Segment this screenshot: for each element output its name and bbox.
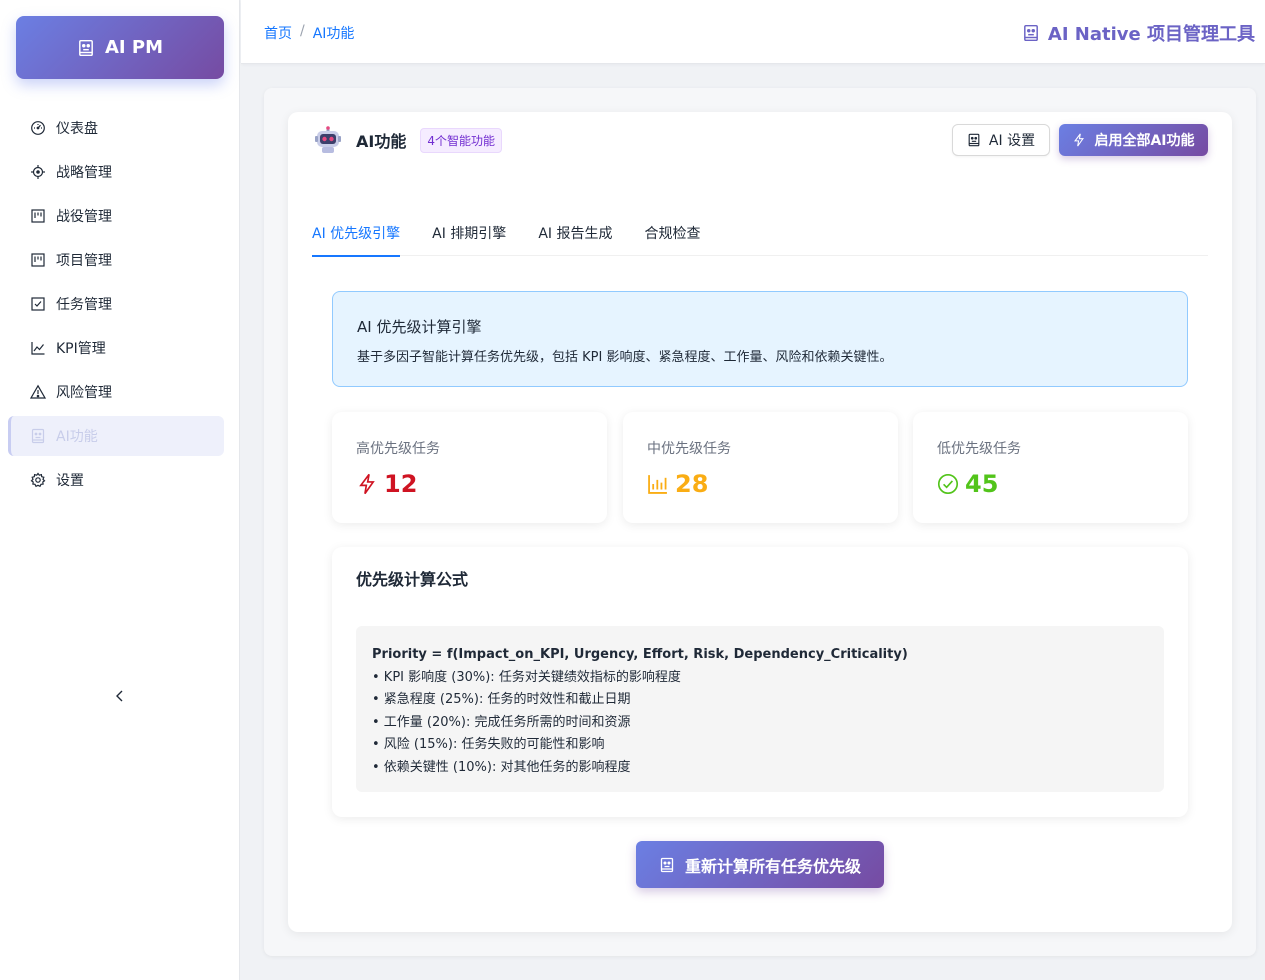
top-header: 首页 / AI功能 AI Native 项目管理工具 (241, 0, 1265, 64)
breadcrumb: 首页 / AI功能 (264, 23, 354, 43)
recalculate-label: 重新计算所有任务优先级 (684, 856, 861, 876)
card-title: AI功能 (356, 132, 407, 151)
stat-number: 12 (384, 470, 418, 498)
formula-line: • 紧急程度 (25%): 任务的时效性和截止日期 (372, 692, 631, 707)
ai-features-card: AI功能 4个智能功能 AI 设置 启用全部AI功能 AI 优先级引擎 AI 排… (288, 112, 1232, 932)
sidebar-item-dashboard[interactable]: 仪表盘 (8, 108, 224, 148)
sidebar-item-label: 风险管理 (56, 385, 112, 401)
sidebar-item-project[interactable]: 项目管理 (8, 240, 224, 280)
tab-priority-engine[interactable]: AI 优先级引擎 (312, 210, 401, 257)
sidebar: AI PM 仪表盘 战略管理 战役管理 项目管理 任务管理 KPI管理 风险管理… (0, 0, 240, 980)
setting-icon (30, 472, 46, 488)
formula-main: Priority = f(Impact_on_KPI, Urgency, Eff… (372, 647, 908, 662)
sidebar-item-risk[interactable]: 风险管理 (8, 372, 224, 412)
project-icon (31, 253, 45, 267)
formula-line: • 风险 (15%): 任务失败的可能性和影响 (372, 737, 605, 752)
robot-icon (660, 857, 674, 872)
robot-avatar-icon (315, 126, 341, 153)
check-circle-icon (937, 473, 959, 495)
stat-value-high: 12 (356, 470, 583, 498)
sidebar-item-label: 设置 (56, 473, 84, 489)
breadcrumb-separator: / (300, 23, 305, 39)
logo-text: AI PM (105, 37, 163, 58)
tab-compliance-check[interactable]: 合规检查 (644, 210, 700, 256)
bar-chart-icon (648, 475, 667, 494)
card-header: AI功能 4个智能功能 (314, 126, 502, 154)
alert-description: 基于多因子智能计算任务优先级，包括 KPI 影响度、紧急程度、工作量、风险和依赖… (357, 350, 893, 365)
check-square-icon (31, 297, 45, 311)
thunderbolt-icon (359, 473, 375, 495)
aim-icon (31, 165, 45, 179)
sidebar-item-label: 战役管理 (56, 209, 112, 225)
tab-report-generation[interactable]: AI 报告生成 (538, 210, 612, 256)
sidebar-item-kpi[interactable]: KPI管理 (8, 328, 224, 368)
ai-settings-button[interactable]: AI 设置 (952, 124, 1050, 156)
formula-card: 优先级计算公式 Priority = f(Impact_on_KPI, Urge… (332, 547, 1188, 817)
formula-line: • 工作量 (20%): 完成任务所需的时间和资源 (372, 714, 631, 730)
recalculate-priority-button[interactable]: 重新计算所有任务优先级 (636, 841, 884, 888)
sidebar-item-label: KPI管理 (56, 341, 106, 357)
enable-all-ai-label: 启用全部AI功能 (1094, 133, 1195, 149)
line-chart-icon (31, 342, 45, 355)
stat-label: 高优先级任务 (356, 441, 440, 457)
app-logo[interactable]: AI PM (16, 16, 224, 79)
thunderbolt-icon (1074, 133, 1085, 147)
app-title-text: AI Native 项目管理工具 (1047, 24, 1255, 45)
sidebar-collapse-button[interactable] (110, 686, 130, 706)
breadcrumb-current[interactable]: AI功能 (313, 23, 355, 43)
stat-number: 45 (965, 470, 999, 498)
warning-icon (30, 384, 46, 399)
feature-tabs: AI 优先级引擎 AI 排期引擎 AI 报告生成 合规检查 (312, 210, 1208, 257)
sidebar-item-label: 任务管理 (56, 297, 112, 313)
sidebar-item-strategy[interactable]: 战略管理 (8, 152, 224, 192)
stat-card-medium: 中优先级任务 28 (623, 412, 898, 523)
sidebar-item-label: 战略管理 (56, 165, 112, 181)
robot-icon (79, 39, 93, 56)
tab-scheduling-engine[interactable]: AI 排期引擎 (432, 210, 506, 256)
sidebar-item-campaign[interactable]: 战役管理 (8, 196, 224, 236)
app-title: AI Native 项目管理工具 (1022, 20, 1255, 46)
stat-label: 中优先级任务 (647, 441, 731, 457)
project-icon (31, 209, 45, 223)
stat-label: 低优先级任务 (937, 441, 1021, 457)
sidebar-item-task[interactable]: 任务管理 (8, 284, 224, 324)
stat-card-high: 高优先级任务 12 (332, 412, 607, 523)
ai-settings-label: AI 设置 (988, 133, 1036, 149)
sidebar-item-ai[interactable]: AI功能 (8, 416, 224, 456)
sidebar-item-settings[interactable]: 设置 (8, 460, 224, 500)
robot-icon (1023, 24, 1038, 42)
robot-icon (968, 133, 980, 147)
sidebar-item-label: 仪表盘 (56, 121, 98, 137)
stat-card-low: 低优先级任务 45 (913, 412, 1188, 523)
formula-title: 优先级计算公式 (356, 570, 469, 589)
stat-value-low: 45 (937, 470, 1164, 498)
info-alert: AI 优先级计算引擎 基于多因子智能计算任务优先级，包括 KPI 影响度、紧急程… (332, 291, 1188, 387)
sidebar-item-label: AI功能 (56, 429, 98, 445)
dashboard-icon (31, 121, 45, 135)
stat-number: 28 (675, 470, 709, 498)
enable-all-ai-button[interactable]: 启用全部AI功能 (1059, 124, 1208, 156)
formula-line: • KPI 影响度 (30%): 任务对关键绩效指标的影响程度 (372, 669, 681, 685)
stat-value-medium: 28 (647, 470, 874, 498)
alert-title: AI 优先级计算引擎 (357, 318, 482, 336)
breadcrumb-home-link[interactable]: 首页 (264, 23, 292, 43)
sidebar-menu: 仪表盘 战略管理 战役管理 项目管理 任务管理 KPI管理 风险管理 AI功能 … (8, 108, 224, 504)
robot-icon (31, 428, 45, 444)
sidebar-item-label: 项目管理 (56, 253, 112, 269)
feature-count-badge: 4个智能功能 (420, 127, 502, 153)
chevron-left-icon (116, 690, 123, 702)
formula-box: Priority = f(Impact_on_KPI, Urgency, Eff… (356, 626, 1164, 792)
formula-line: • 依赖关键性 (10%): 对其他任务的影响程度 (372, 759, 631, 775)
